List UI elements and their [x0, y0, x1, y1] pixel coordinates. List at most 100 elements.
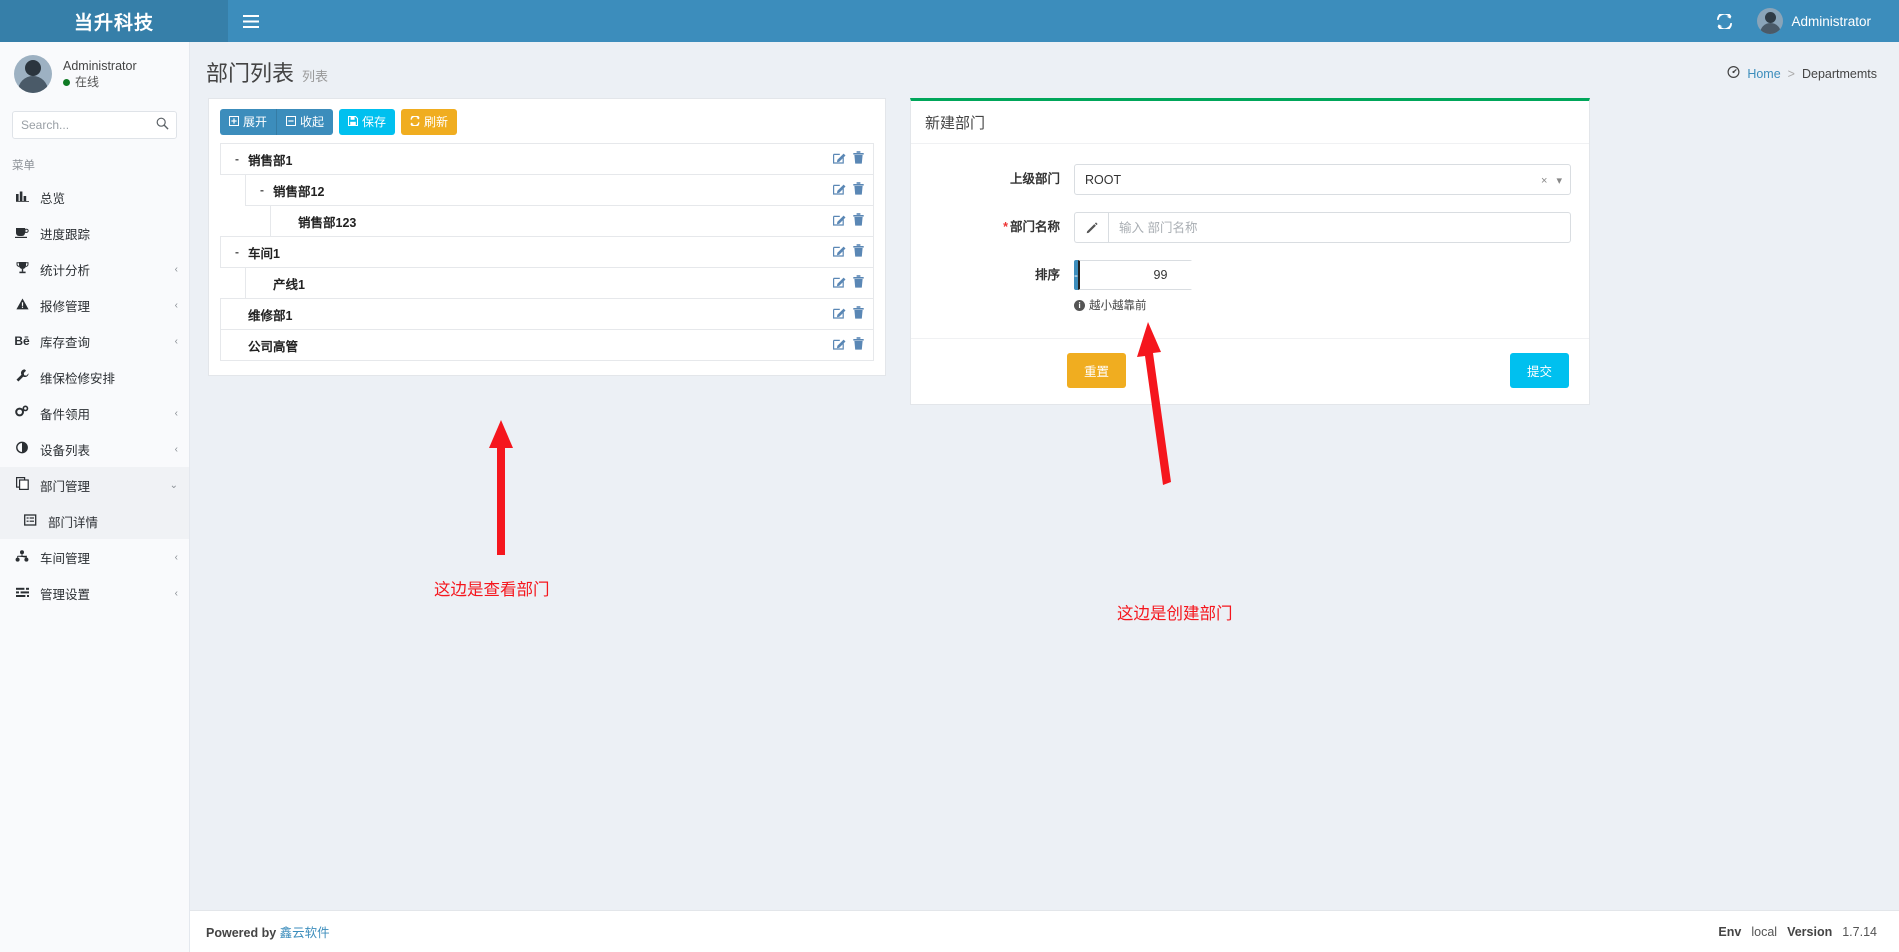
- sidebar-item-label: 备件领用: [40, 404, 165, 423]
- table-row[interactable]: - 销售部12: [245, 174, 874, 206]
- sidebar-item-workshop-management[interactable]: 车间管理 ‹: [0, 539, 189, 575]
- chevron-left-icon: ‹: [175, 444, 178, 455]
- table-row[interactable]: - 销售部1: [220, 143, 874, 175]
- trash-icon[interactable]: [853, 275, 864, 291]
- footer-powered-prefix: Powered by: [206, 926, 276, 940]
- department-name: 销售部123: [298, 212, 356, 231]
- sidebar-user-panel[interactable]: Administrator 在线: [0, 42, 189, 103]
- user-menu[interactable]: Administrator: [1747, 0, 1885, 42]
- parent-department-select[interactable]: ROOT × ▾: [1074, 164, 1571, 195]
- expand-all-label: 展开: [243, 115, 267, 129]
- trash-icon[interactable]: [853, 244, 864, 260]
- edit-pencil-square-icon[interactable]: [833, 213, 846, 229]
- table-row[interactable]: 产线1: [245, 267, 874, 299]
- reset-button[interactable]: 重置: [1067, 353, 1126, 388]
- sort-help-label: 越小越靠前: [1089, 297, 1147, 313]
- brand-logo[interactable]: 当升科技: [0, 0, 228, 42]
- sort-row: 排序 - + i 越小越靠前: [929, 260, 1571, 313]
- trash-icon[interactable]: [853, 151, 864, 167]
- tree-toggle-icon[interactable]: -: [232, 152, 242, 166]
- edit-pencil-square-icon[interactable]: [833, 151, 846, 167]
- expand-all-button[interactable]: 展开: [220, 109, 276, 135]
- table-row[interactable]: 公司高管: [220, 329, 874, 361]
- sidebar-item-department-details[interactable]: 部门详情: [0, 503, 189, 539]
- hamburger-icon[interactable]: [228, 0, 274, 42]
- sliders-icon: [14, 586, 30, 601]
- chevron-down-icon: ⌄: [170, 480, 178, 491]
- parent-department-label: 上级部门: [929, 164, 1074, 195]
- chevron-down-icon[interactable]: ▾: [1556, 174, 1562, 187]
- avatar: [1757, 8, 1783, 34]
- table-row[interactable]: 维修部1: [220, 298, 874, 330]
- table-row[interactable]: 销售部123: [270, 205, 874, 237]
- edit-pencil-square-icon[interactable]: [833, 306, 846, 322]
- page-title-text: 部门列表: [206, 56, 294, 88]
- sidebar-item-repair-management[interactable]: 报修管理 ‹: [0, 287, 189, 323]
- form-panel-body: 上级部门 ROOT × ▾ *部门名称: [911, 144, 1589, 338]
- edit-pencil-square-icon[interactable]: [833, 275, 846, 291]
- footer-env-value: local: [1751, 925, 1777, 939]
- sidebar-item-spare-parts[interactable]: 备件领用 ‹: [0, 395, 189, 431]
- annotation-label-view-departments: 这边是查看部门: [434, 576, 550, 600]
- footer-powered-by: Powered by 鑫云软件: [206, 922, 330, 941]
- user-name-label: Administrator: [1791, 14, 1871, 29]
- breadcrumb-home-link[interactable]: Home: [1747, 67, 1780, 81]
- refresh-button[interactable]: 刷新: [401, 109, 457, 135]
- tree-toggle-icon[interactable]: -: [257, 183, 267, 197]
- trash-icon[interactable]: [853, 306, 864, 322]
- sidebar-item-inventory-query[interactable]: Bē 库存查询 ‹: [0, 323, 189, 359]
- sidebar-item-department-management[interactable]: 部门管理 ⌄: [0, 467, 189, 503]
- sidebar-item-overview[interactable]: 总览: [0, 179, 189, 215]
- department-name-input[interactable]: [1108, 212, 1571, 243]
- edit-pencil-square-icon[interactable]: [833, 182, 846, 198]
- table-row[interactable]: - 车间1: [220, 236, 874, 268]
- sidebar-item-maintenance-schedule[interactable]: 维保检修安排: [0, 359, 189, 395]
- sidebar-user-status-label: 在线: [75, 74, 99, 91]
- trash-icon[interactable]: [853, 182, 864, 198]
- gears-icon: [14, 405, 30, 421]
- edit-pencil-square-icon[interactable]: [833, 337, 846, 353]
- tree-toggle-icon[interactable]: -: [232, 245, 242, 259]
- copy-icon: [14, 477, 30, 493]
- sidebar-item-label: 报修管理: [40, 296, 165, 315]
- row-actions: [833, 244, 864, 260]
- trash-icon[interactable]: [853, 213, 864, 229]
- trash-icon[interactable]: [853, 337, 864, 353]
- sidebar-item-label: 管理设置: [40, 584, 165, 603]
- annotation-arrow-create-department: [1124, 322, 1179, 486]
- chevron-left-icon: ‹: [175, 552, 178, 563]
- navbar: Administrator: [228, 0, 1899, 42]
- collapse-all-label: 收起: [300, 115, 324, 129]
- sidebar-item-equipment-list[interactable]: 设备列表 ‹: [0, 431, 189, 467]
- sidebar-item-label: 部门详情: [48, 512, 168, 531]
- sort-stepper: - +: [1074, 260, 1192, 290]
- collapse-all-button[interactable]: 收起: [276, 109, 333, 135]
- save-button[interactable]: 保存: [339, 109, 395, 135]
- form-panel-title: 新建部门: [925, 112, 1575, 133]
- row-actions: [833, 213, 864, 229]
- refresh-icon[interactable]: [1702, 0, 1747, 42]
- pie-chart-icon: [14, 441, 30, 457]
- department-name: 车间1: [248, 243, 280, 262]
- breadcrumb: Home > Departmemts: [1727, 56, 1877, 81]
- content-header: 部门列表 列表 Home > Departmemts: [190, 42, 1899, 98]
- sidebar-item-admin-settings[interactable]: 管理设置 ‹: [0, 575, 189, 611]
- form-panel-footer: 重置 提交: [911, 338, 1589, 404]
- sidebar-item-statistics[interactable]: 统计分析 ‹: [0, 251, 189, 287]
- department-name: 销售部1: [248, 150, 292, 169]
- sort-value-input[interactable]: [1078, 260, 1192, 290]
- search-input[interactable]: [12, 111, 177, 139]
- clear-selection-icon[interactable]: ×: [1541, 175, 1547, 187]
- submit-button[interactable]: 提交: [1510, 353, 1569, 388]
- page-footer: Powered by 鑫云软件 Env local Version 1.7.14: [190, 910, 1899, 952]
- sidebar-item-progress-tracking[interactable]: 进度跟踪: [0, 215, 189, 251]
- department-name-label: *部门名称: [929, 212, 1074, 243]
- breadcrumb-separator: >: [1788, 67, 1795, 81]
- edit-pencil-square-icon[interactable]: [833, 244, 846, 260]
- sidebar-item-label: 部门管理: [40, 476, 160, 495]
- footer-version-label: Version: [1787, 925, 1832, 939]
- footer-powered-link[interactable]: 鑫云软件: [280, 926, 330, 940]
- wrench-icon: [14, 369, 30, 385]
- dashboard-icon: [1727, 66, 1740, 81]
- footer-meta: Env local Version 1.7.14: [1718, 925, 1877, 939]
